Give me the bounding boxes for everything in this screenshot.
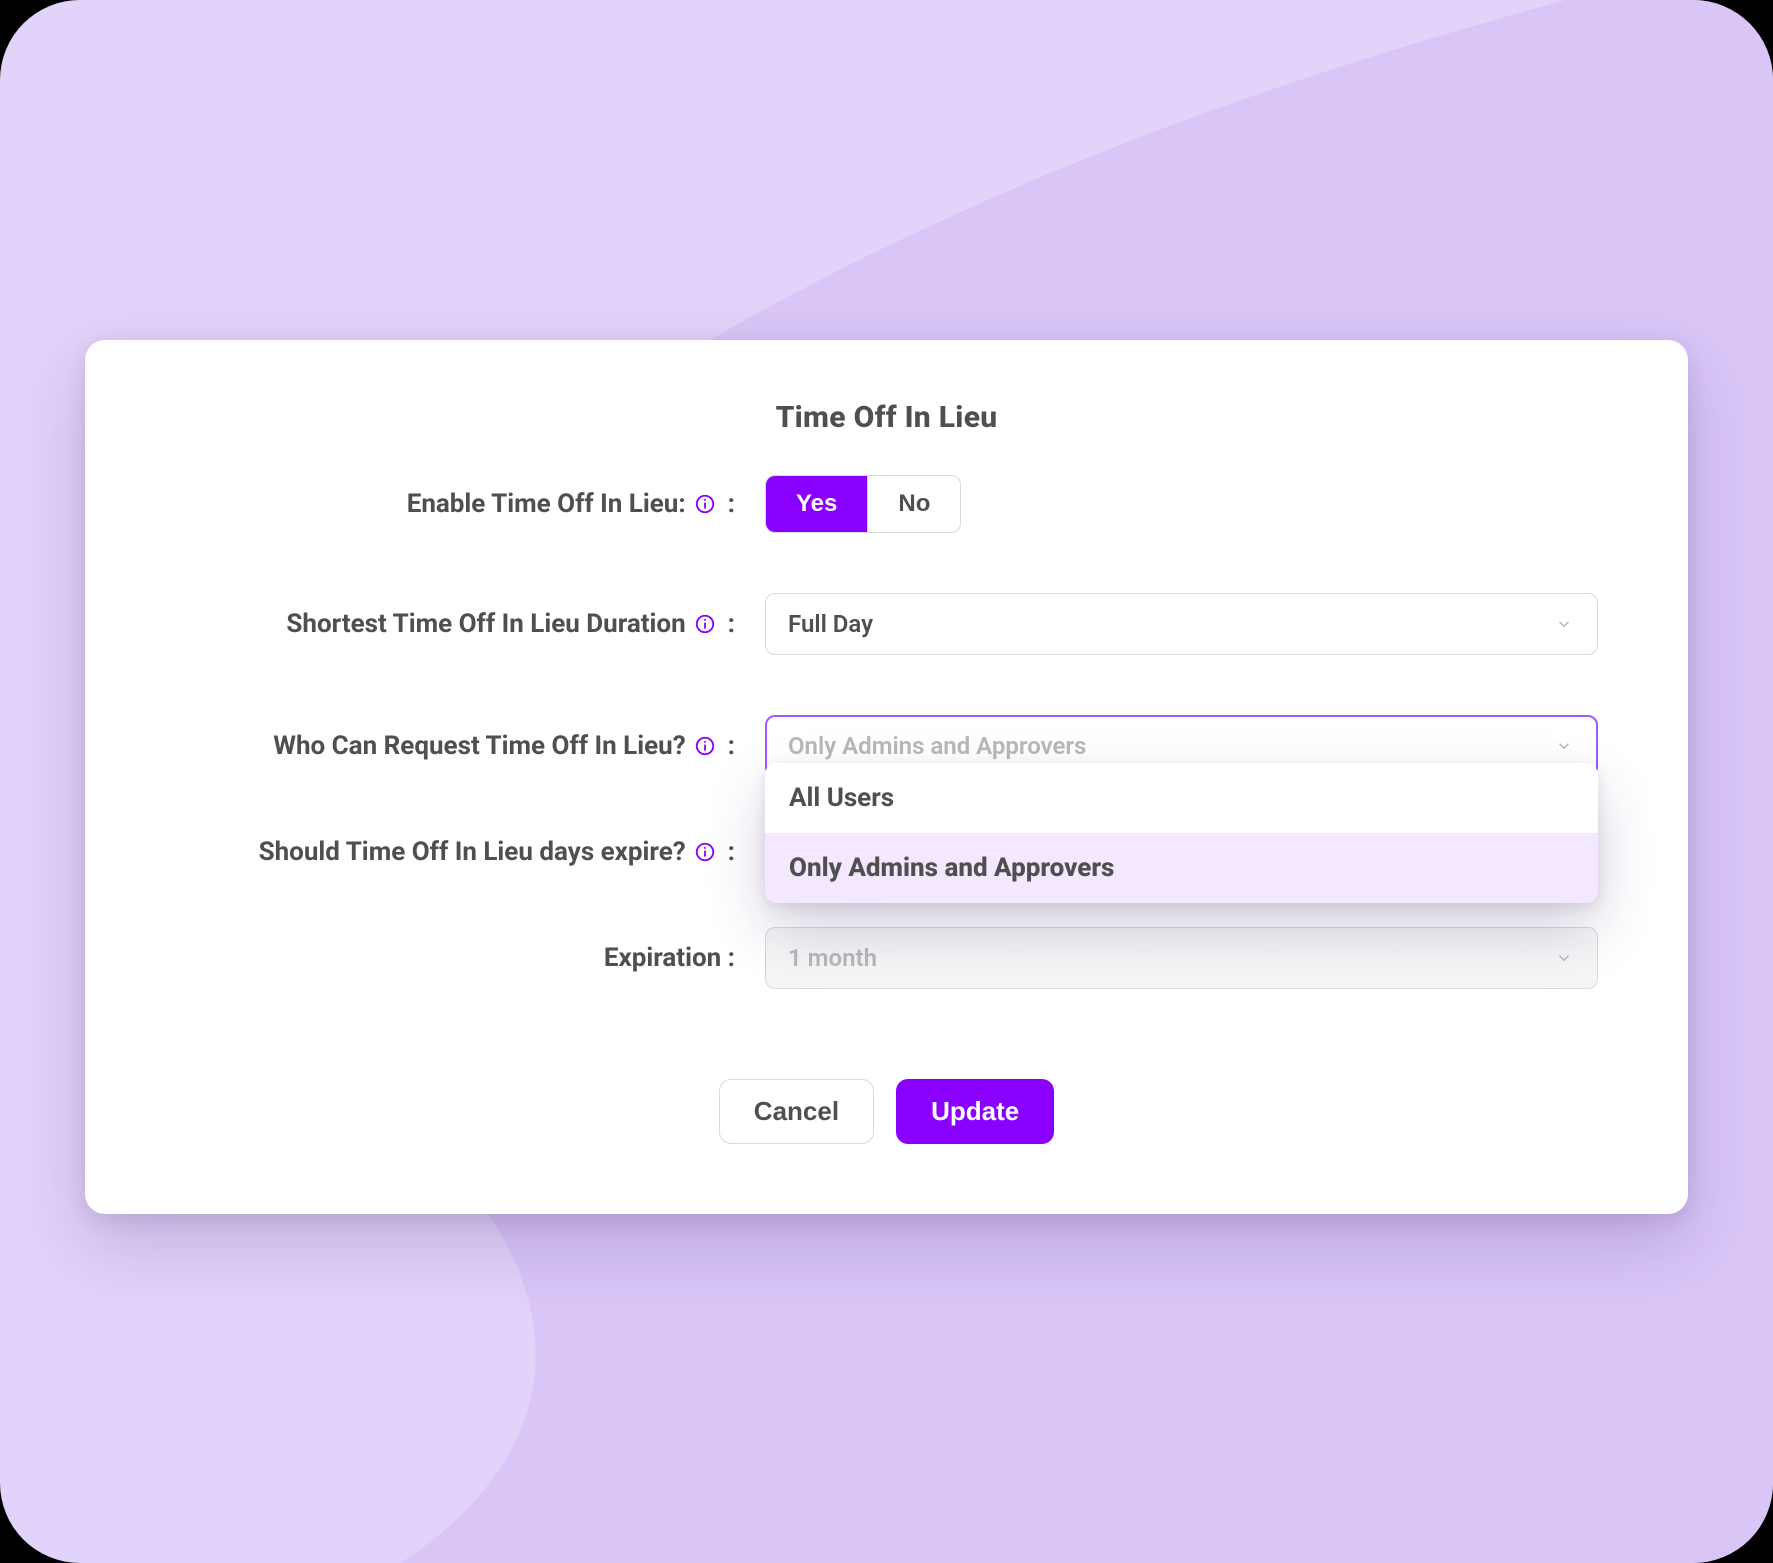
info-icon[interactable]: [694, 613, 716, 635]
dropdown-option-admins-approvers[interactable]: Only Admins and Approvers: [765, 833, 1598, 903]
dropdown-option-all-users[interactable]: All Users: [765, 763, 1598, 833]
label-expiration: Expiration :: [175, 943, 735, 973]
label-who-can-request: Who Can Request Time Off In Lieu? :: [175, 731, 735, 761]
duration-select-value: Full Day: [788, 610, 1553, 638]
colon: :: [728, 489, 735, 519]
chevron-down-icon: [1553, 613, 1575, 635]
label-enable: Enable Time Off In Lieu: :: [175, 489, 735, 519]
label-enable-text: Enable Time Off In Lieu:: [407, 489, 686, 519]
label-should-expire-text: Should Time Off In Lieu days expire?: [259, 837, 686, 867]
label-duration: Shortest Time Off In Lieu Duration :: [175, 609, 735, 639]
chevron-down-icon: [1553, 947, 1575, 969]
label-should-expire: Should Time Off In Lieu days expire? :: [175, 837, 735, 867]
expiration-select[interactable]: 1 month: [765, 927, 1598, 989]
chevron-down-icon: [1553, 735, 1575, 757]
label-duration-text: Shortest Time Off In Lieu Duration: [286, 609, 685, 639]
settings-panel: Time Off In Lieu Enable Time Off In Lieu…: [85, 340, 1688, 1214]
cancel-button[interactable]: Cancel: [719, 1079, 874, 1144]
row-duration: Shortest Time Off In Lieu Duration : Ful…: [175, 593, 1598, 655]
info-icon[interactable]: [694, 493, 716, 515]
update-button[interactable]: Update: [896, 1079, 1054, 1144]
colon: :: [728, 837, 735, 867]
duration-select[interactable]: Full Day: [765, 593, 1598, 655]
row-expiration: Expiration : 1 month: [175, 927, 1598, 989]
enable-no-button[interactable]: No: [867, 476, 960, 532]
enable-yes-button[interactable]: Yes: [766, 476, 867, 532]
who-can-request-placeholder: Only Admins and Approvers: [788, 732, 1553, 760]
info-icon[interactable]: [694, 735, 716, 757]
who-can-request-dropdown: All Users Only Admins and Approvers: [765, 763, 1598, 903]
label-who-can-request-text: Who Can Request Time Off In Lieu?: [273, 731, 685, 761]
label-expiration-text: Expiration :: [604, 943, 735, 973]
info-icon[interactable]: [694, 841, 716, 863]
decorative-background: Time Off In Lieu Enable Time Off In Lieu…: [0, 0, 1773, 1563]
row-enable: Enable Time Off In Lieu: : Yes No: [175, 475, 1598, 533]
panel-title: Time Off In Lieu: [175, 400, 1598, 435]
expiration-select-value: 1 month: [788, 944, 1553, 972]
enable-toggle: Yes No: [765, 475, 961, 533]
colon: :: [728, 609, 735, 639]
colon: :: [728, 731, 735, 761]
footer-actions: Cancel Update: [175, 1079, 1598, 1144]
